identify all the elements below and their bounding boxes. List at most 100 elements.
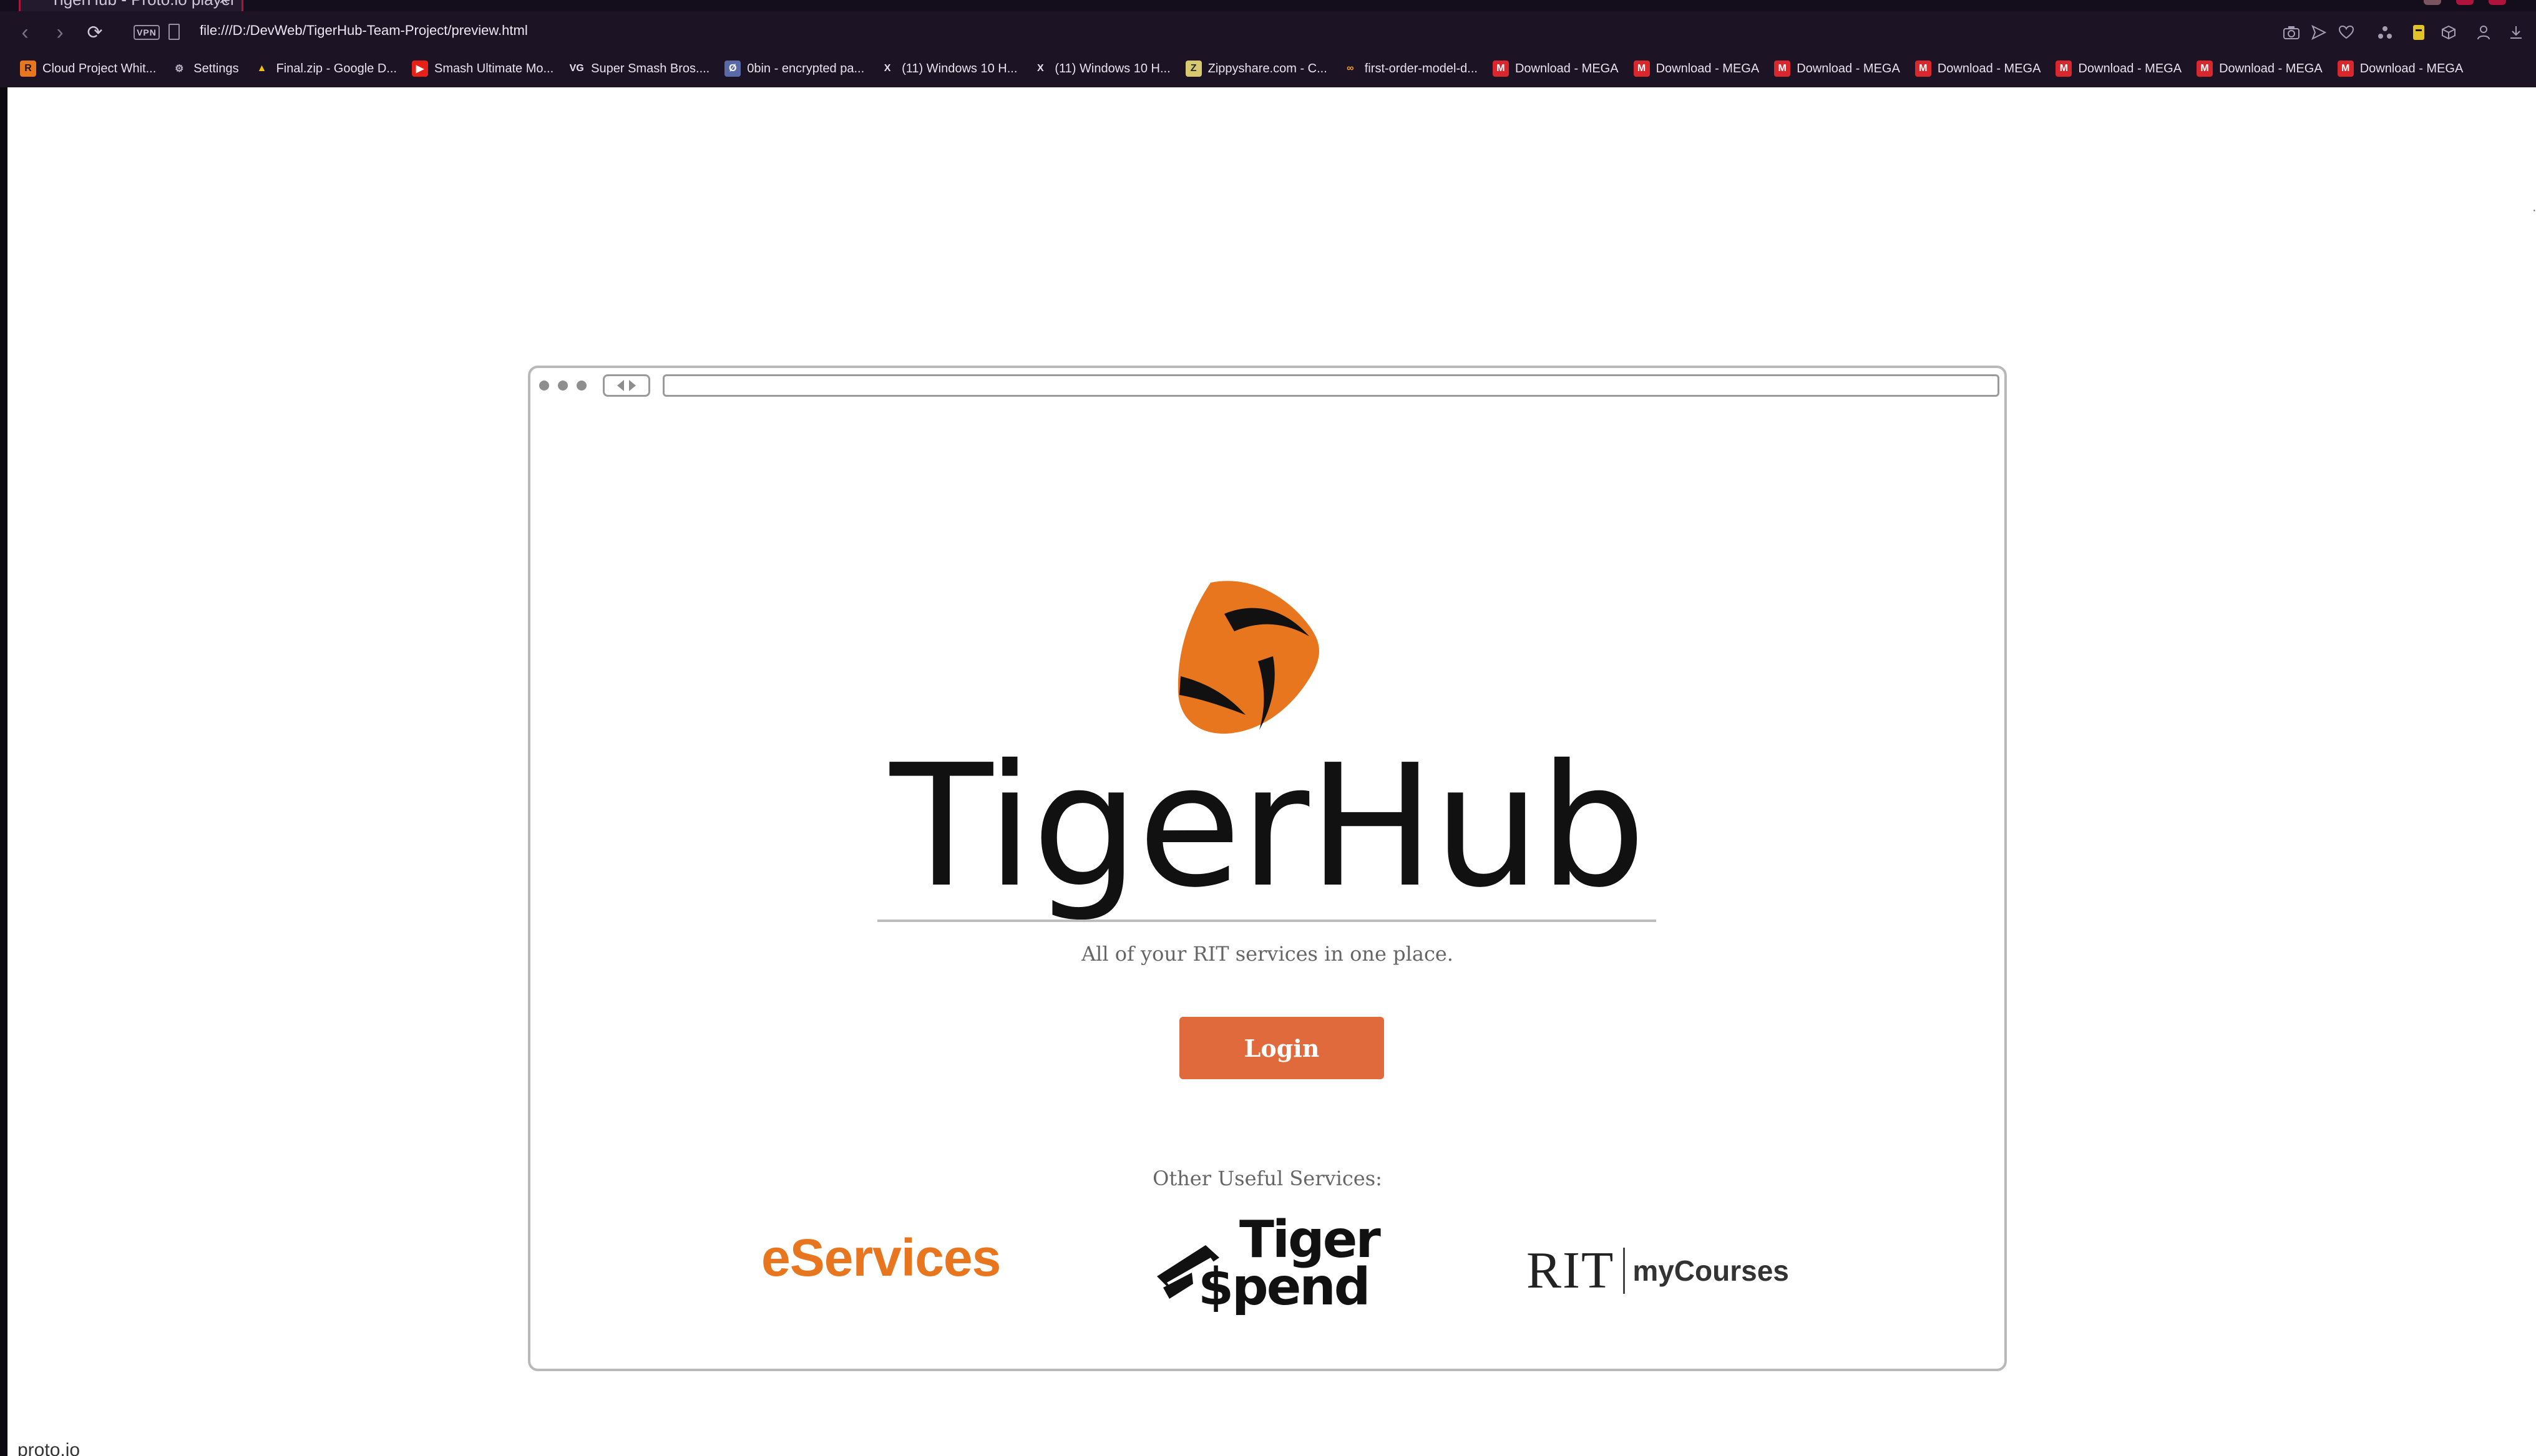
cube-icon[interactable] xyxy=(2439,22,2459,42)
bookmark-item[interactable]: ⚙ Settings xyxy=(171,61,238,77)
scroll-indicator[interactable]: · xyxy=(2532,203,2536,217)
bookmark-label: Download - MEGA xyxy=(1514,61,1619,75)
page-file-icon xyxy=(168,24,180,40)
wallet-icon[interactable] xyxy=(2409,22,2429,42)
bookmark-favicon-icon: M xyxy=(2056,61,2072,77)
bookmark-item[interactable]: ▶ Smash Ultimate Mo... xyxy=(411,61,554,77)
bookmark-favicon-icon: Ø xyxy=(724,61,741,77)
tab-title: TigerHub - Proto.io player xyxy=(51,0,236,9)
back-button[interactable]: ‹ xyxy=(12,14,37,51)
bookmark-label: Download - MEGA xyxy=(2078,61,2182,75)
bookmark-item[interactable]: M Download - MEGA xyxy=(2337,61,2464,77)
send-icon[interactable] xyxy=(2309,22,2329,42)
bookmark-item[interactable]: M Download - MEGA xyxy=(2197,61,2323,77)
camera-icon[interactable] xyxy=(2281,22,2301,42)
tigerspend-line2: $pend xyxy=(1198,1258,1370,1317)
bookmark-item[interactable]: R Cloud Project Whit... xyxy=(20,61,156,77)
mockup-window-dot xyxy=(558,381,568,391)
bookmark-item[interactable]: M Download - MEGA xyxy=(1774,61,1900,77)
mycourses-divider xyxy=(1623,1247,1626,1294)
bookmark-favicon-icon: M xyxy=(2197,61,2213,77)
profile-icon[interactable] xyxy=(2474,22,2494,42)
browser-chrome: TigerHub - Proto.io player × ‹ › ⟳ VPN f… xyxy=(0,0,2536,87)
mockup-window-dot xyxy=(539,381,549,391)
page-viewport: · TigerHub All of your RIT services in o… xyxy=(7,87,2536,1456)
bookmark-label: 0bin - encrypted pa... xyxy=(747,61,865,75)
bookmark-item[interactable]: M Download - MEGA xyxy=(2056,61,2182,77)
mockup-window-dot xyxy=(577,381,587,391)
bookmark-item[interactable]: VG Super Smash Bros.... xyxy=(568,61,710,77)
address-bar-url[interactable]: file:///D:/DevWeb/TigerHub-Team-Project/… xyxy=(200,22,528,39)
bookmark-label: Cloud Project Whit... xyxy=(42,61,157,75)
mockup-browser-frame: TigerHub All of your RIT services in one… xyxy=(528,366,2007,1371)
bookmark-favicon-icon: M xyxy=(1774,61,1791,77)
bookmarks-bar: R Cloud Project Whit... ⚙ Settings ▲ Final.zi… xyxy=(0,56,2536,81)
brand-title: TigerHub xyxy=(890,728,1646,925)
bookmark-item[interactable]: X (11) Windows 10 H... xyxy=(1032,61,1171,77)
bookmark-item[interactable]: Ø 0bin - encrypted pa... xyxy=(724,61,864,77)
mockup-nav-arrows xyxy=(603,374,650,397)
bookmark-label: Download - MEGA xyxy=(1937,61,2041,75)
heart-icon[interactable] xyxy=(2336,22,2356,42)
other-services-label: Other Useful Services: xyxy=(1153,1167,1382,1190)
bookmark-favicon-icon: M xyxy=(1633,61,1650,77)
tigerhub-logo-icon xyxy=(1178,581,1319,734)
mockup-back-arrow-icon xyxy=(617,380,624,391)
bookmark-favicon-icon: ▶ xyxy=(411,61,428,77)
eservices-link[interactable]: eServices xyxy=(761,1228,1001,1288)
mycourses-rit-wordmark: RIT xyxy=(1526,1241,1615,1299)
bookmark-favicon-icon: M xyxy=(1914,61,1931,77)
bookmark-label: Final.zip - Google D... xyxy=(276,61,397,75)
bookmark-label: (11) Windows 10 H... xyxy=(902,61,1018,75)
tigerspend-link[interactable]: Tiger $pend xyxy=(1154,1210,1381,1326)
extensions-icon[interactable] xyxy=(2375,22,2395,42)
bookmark-label: first-order-model-d... xyxy=(1364,61,1478,75)
bookmark-favicon-icon: ⚙ xyxy=(175,64,184,74)
bookmark-label: Settings xyxy=(193,61,239,75)
bookmark-favicon-icon: Z xyxy=(1185,61,1202,77)
protoio-footer-brand[interactable]: proto.io xyxy=(17,1440,80,1456)
bookmark-label: Smash Ultimate Mo... xyxy=(434,61,554,75)
login-button[interactable]: Login xyxy=(1179,1017,1384,1079)
bookmark-favicon-icon: M xyxy=(2337,61,2354,77)
bookmark-label: Download - MEGA xyxy=(1797,61,1900,75)
bookmark-item[interactable]: M Download - MEGA xyxy=(1914,61,2041,77)
bookmark-favicon-icon: ∞ xyxy=(1347,63,1354,74)
title-divider xyxy=(877,920,1656,922)
tagline: All of your RIT services in one place. xyxy=(1081,942,1453,966)
bookmark-label: Super Smash Bros.... xyxy=(591,61,710,75)
window-control-3[interactable] xyxy=(2489,0,2506,5)
window-left-edge xyxy=(0,87,7,1456)
mycourses-label: myCourses xyxy=(1632,1254,1789,1287)
bookmark-favicon-icon: X xyxy=(1037,63,1044,74)
bookmark-item[interactable]: M Download - MEGA xyxy=(1633,61,1760,77)
address-row: ‹ › ⟳ VPN file:///D:/DevWeb/TigerHub-Tea… xyxy=(0,14,2536,51)
download-icon[interactable] xyxy=(2506,22,2526,42)
bookmark-favicon-icon: VG xyxy=(569,63,584,74)
mockup-forward-arrow-icon xyxy=(629,380,636,391)
bookmark-item[interactable]: X (11) Windows 10 H... xyxy=(879,61,1018,77)
bookmark-favicon-icon: R xyxy=(20,61,36,77)
bookmark-item[interactable]: Z Zippyshare.com - C... xyxy=(1185,61,1327,77)
bookmark-label: Zippyshare.com - C... xyxy=(1207,61,1327,75)
mockup-url-bar xyxy=(663,374,1999,397)
bookmark-label: Download - MEGA xyxy=(1656,61,1760,75)
forward-button[interactable]: › xyxy=(47,14,72,51)
tab-close-icon[interactable]: × xyxy=(219,0,228,9)
bookmark-item[interactable]: ∞ first-order-model-d... xyxy=(1342,61,1478,77)
bookmark-favicon-icon: X xyxy=(884,63,891,74)
tab-strip: TigerHub - Proto.io player × xyxy=(0,0,2536,11)
bookmark-favicon-icon: M xyxy=(1492,61,1509,77)
window-control-1[interactable] xyxy=(2424,0,2441,5)
vpn-badge[interactable]: VPN xyxy=(134,25,160,40)
bookmark-label: Download - MEGA xyxy=(2219,61,2323,75)
bookmark-label: Download - MEGA xyxy=(2359,61,2464,75)
bookmark-item[interactable]: M Download - MEGA xyxy=(1492,61,1619,77)
window-control-2[interactable] xyxy=(2456,0,2474,5)
reload-button[interactable]: ⟳ xyxy=(81,14,109,51)
tab-active[interactable]: TigerHub - Proto.io player × xyxy=(19,0,243,11)
bookmark-favicon-icon: ▲ xyxy=(256,63,267,74)
bookmark-item[interactable]: ▲ Final.zip - Google D... xyxy=(254,61,397,77)
mycourses-link[interactable]: RIT myCourses xyxy=(1526,1240,1789,1301)
bookmark-label: (11) Windows 10 H... xyxy=(1055,61,1171,75)
